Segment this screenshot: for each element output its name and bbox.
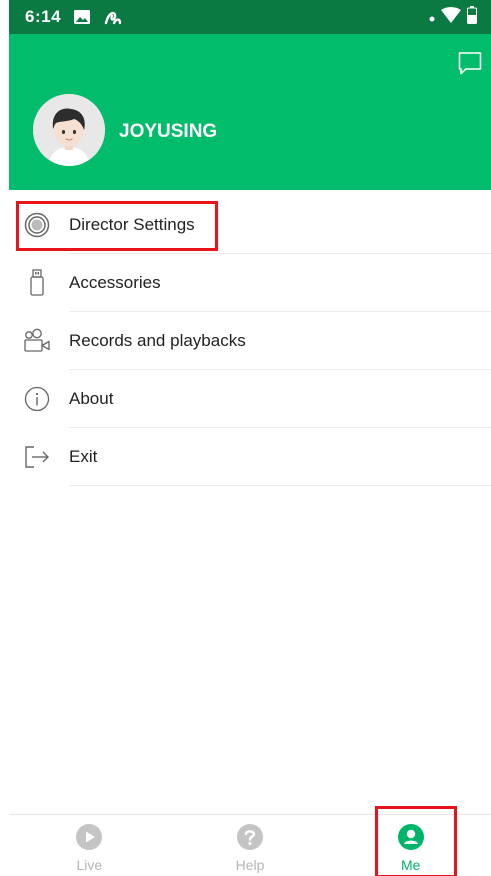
username: JOYUSING <box>119 121 218 142</box>
menu-item-records-playbacks[interactable]: Records and playbacks <box>9 312 491 370</box>
menu-item-accessories[interactable]: Accessories <box>9 254 491 312</box>
settings-menu: Director Settings Accessories Records an… <box>9 196 491 486</box>
app-screen: 6:14 JOYUSING Director Settings Accessor… <box>9 0 491 876</box>
info-icon <box>23 385 51 413</box>
usb-drive-icon <box>23 269 51 297</box>
user-icon <box>397 823 425 851</box>
nav-item-live[interactable]: Live <box>9 815 170 876</box>
nav-label: Live <box>76 857 103 873</box>
status-right <box>429 5 477 29</box>
menu-item-label: Accessories <box>69 273 161 292</box>
menu-item-label: Exit <box>69 447 98 466</box>
status-bar: 6:14 <box>9 0 491 34</box>
menu-item-label: Records and playbacks <box>69 331 246 350</box>
nav-item-me[interactable]: Me <box>330 815 491 876</box>
menu-item-director-settings[interactable]: Director Settings <box>9 196 491 254</box>
message-icon[interactable] <box>457 50 483 76</box>
help-icon <box>236 823 264 851</box>
divider <box>69 485 491 486</box>
wifi-icon <box>441 6 461 28</box>
records-icon <box>23 327 51 355</box>
nav-label: Help <box>235 857 265 873</box>
menu-item-label: About <box>69 389 114 408</box>
play-icon <box>75 823 103 851</box>
exit-icon <box>23 443 51 471</box>
app-notification-icon <box>103 8 123 26</box>
profile-header: JOYUSING <box>9 34 491 190</box>
battery-icon <box>467 5 477 29</box>
image-icon <box>73 9 91 25</box>
director-icon <box>23 211 51 239</box>
bottom-nav: Live Help Me <box>9 814 491 876</box>
signal-icon <box>429 7 435 27</box>
menu-item-exit[interactable]: Exit <box>9 428 491 486</box>
status-time: 6:14 <box>25 7 62 26</box>
avatar[interactable] <box>33 94 105 166</box>
menu-item-about[interactable]: About <box>9 370 491 428</box>
nav-label: Me <box>400 857 421 873</box>
menu-item-label: Director Settings <box>69 215 195 234</box>
nav-item-help[interactable]: Help <box>170 815 331 876</box>
